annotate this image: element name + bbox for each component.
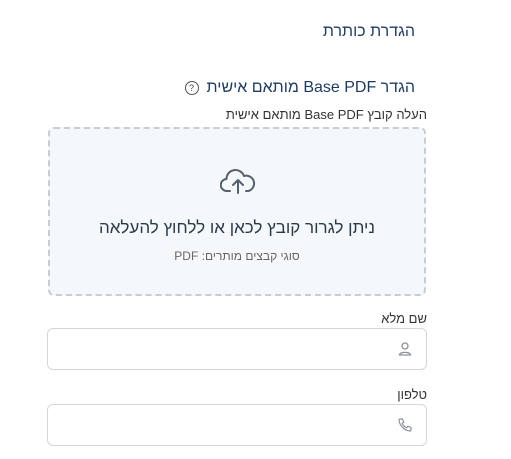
full-name-input[interactable] — [56, 337, 390, 363]
phone-label: טלפון — [397, 387, 427, 402]
dropzone-title: ניתן לגרור קובץ לכאן או ללחוץ להעלאה — [98, 218, 376, 237]
dropzone-hint: סוגי קבצים מותרים: PDF — [174, 249, 300, 263]
full-name-field[interactable] — [47, 328, 427, 370]
help-icon[interactable]: ? — [184, 81, 199, 95]
full-name-label: שם מלא — [381, 311, 427, 326]
custom-pdf-section-header: ? הגדר Base PDF מותאם אישית — [184, 77, 415, 99]
phone-input[interactable] — [56, 413, 390, 439]
user-icon — [398, 342, 412, 356]
upload-label: העלה קובץ Base PDF מותאם אישית — [225, 107, 427, 122]
cloud-upload-icon — [220, 168, 256, 194]
phone-icon — [398, 418, 412, 432]
phone-field[interactable] — [47, 404, 427, 446]
file-dropzone[interactable]: ניתן לגרור קובץ לכאן או ללחוץ להעלאה סוג… — [48, 127, 426, 296]
header-settings-title: הגדרת כותרת — [322, 23, 415, 40]
custom-pdf-title: הגדר Base PDF מותאם אישית — [206, 79, 415, 96]
